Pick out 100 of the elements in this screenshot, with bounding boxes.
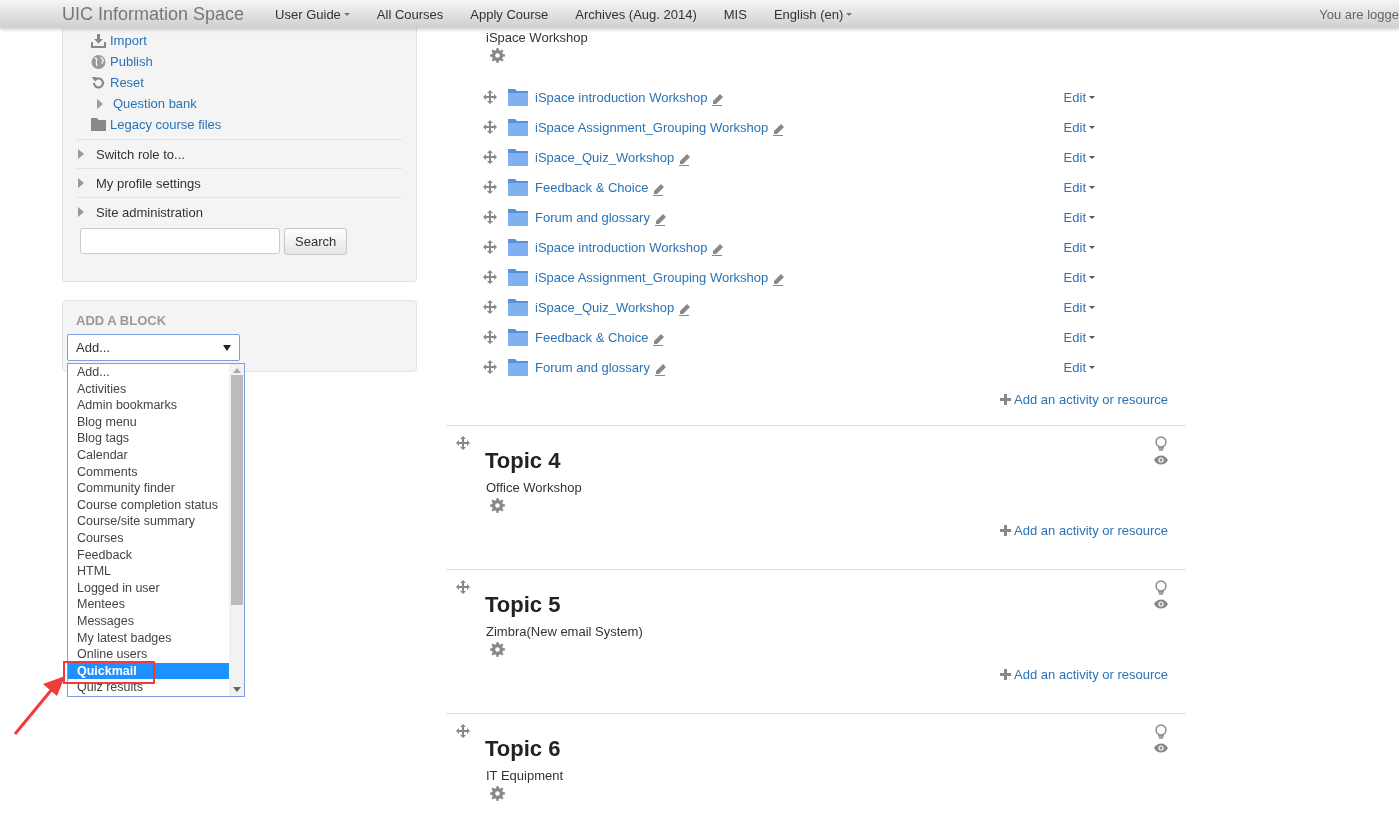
activity-link[interactable]: iSpace Assignment_Grouping Workshop bbox=[535, 269, 769, 285]
scroll-down-icon[interactable] bbox=[232, 687, 241, 693]
move-icon[interactable] bbox=[483, 330, 497, 344]
move-icon[interactable] bbox=[483, 150, 497, 164]
activity-link[interactable]: iSpace Assignment_Grouping Workshop bbox=[535, 119, 769, 135]
activity-link[interactable]: iSpace introduction Workshop bbox=[535, 89, 708, 105]
expand-arrow-icon[interactable] bbox=[96, 98, 104, 109]
option-item[interactable]: Blog tags bbox=[68, 430, 229, 447]
lightbulb-icon[interactable] bbox=[1155, 436, 1167, 451]
nav-link[interactable]: User Guide bbox=[275, 6, 350, 22]
edit-menu[interactable]: Edit bbox=[1063, 269, 1095, 285]
option-item[interactable]: Logged in user bbox=[68, 579, 229, 597]
option-item[interactable]: My latest badges bbox=[68, 629, 229, 647]
move-icon[interactable] bbox=[483, 300, 497, 314]
option-item[interactable]: Courses bbox=[68, 529, 229, 547]
pencil-icon[interactable] bbox=[772, 124, 785, 136]
add-activity-link[interactable]: Add an activity or resource bbox=[1000, 392, 1168, 407]
edit-menu[interactable]: Edit bbox=[1063, 89, 1095, 105]
eye-icon[interactable] bbox=[1154, 455, 1168, 465]
edit-menu[interactable]: Edit bbox=[1063, 209, 1095, 225]
move-icon[interactable] bbox=[483, 120, 497, 134]
pencil-icon[interactable] bbox=[711, 244, 724, 256]
gear-icon[interactable] bbox=[490, 48, 505, 63]
activity-link[interactable]: Forum and glossary bbox=[535, 209, 650, 225]
edit-menu[interactable]: Edit bbox=[1063, 239, 1095, 255]
activity-link[interactable]: Feedback & Choice bbox=[535, 179, 649, 195]
folder-icon bbox=[507, 117, 529, 137]
option-item[interactable]: Community finder bbox=[68, 480, 229, 497]
search-button[interactable]: Search bbox=[284, 228, 348, 255]
add-activity-link[interactable]: Add an activity or resource bbox=[1000, 667, 1168, 682]
activity-link[interactable]: iSpace_Quiz_Workshop bbox=[535, 149, 675, 165]
option-item[interactable]: Blog menu bbox=[68, 413, 229, 431]
gear-icon[interactable] bbox=[490, 642, 505, 657]
option-item[interactable]: Feedback bbox=[68, 546, 229, 564]
edit-menu[interactable]: Edit bbox=[1063, 179, 1095, 195]
edit-menu[interactable]: Edit bbox=[1063, 119, 1095, 135]
pencil-icon[interactable] bbox=[652, 334, 665, 346]
nav-link[interactable]: Apply Course bbox=[470, 6, 549, 22]
option-item[interactable]: Online users bbox=[68, 646, 229, 663]
move-icon[interactable] bbox=[456, 724, 470, 738]
navigation-section[interactable]: Site administration bbox=[96, 204, 203, 220]
move-icon[interactable] bbox=[483, 90, 497, 104]
move-icon[interactable] bbox=[483, 240, 497, 254]
activity-link[interactable]: Feedback & Choice bbox=[535, 329, 649, 345]
eye-icon[interactable] bbox=[1154, 599, 1168, 609]
option-item[interactable]: Calendar bbox=[68, 446, 229, 464]
nav-link[interactable]: All Courses bbox=[376, 6, 444, 22]
option-item[interactable]: Messages bbox=[68, 612, 229, 630]
move-icon[interactable] bbox=[483, 210, 497, 224]
move-icon[interactable] bbox=[456, 580, 470, 594]
navigation-link[interactable]: Reset bbox=[110, 75, 144, 90]
pencil-icon[interactable] bbox=[653, 214, 666, 226]
gear-icon[interactable] bbox=[490, 498, 505, 513]
option-item[interactable]: Activities bbox=[68, 380, 229, 398]
pencil-icon[interactable] bbox=[772, 274, 785, 286]
expand-arrow-icon[interactable] bbox=[77, 207, 85, 217]
scrollbar[interactable] bbox=[229, 364, 244, 696]
nav-link[interactable]: MIS bbox=[723, 6, 747, 22]
section-summary: Office Workshop bbox=[485, 480, 583, 495]
pencil-icon[interactable] bbox=[678, 304, 691, 316]
option-item[interactable]: Comments bbox=[68, 463, 229, 481]
edit-menu[interactable]: Edit bbox=[1063, 299, 1095, 315]
lightbulb-icon[interactable] bbox=[1155, 724, 1167, 739]
gear-icon[interactable] bbox=[490, 786, 505, 801]
activity-link[interactable]: iSpace introduction Workshop bbox=[535, 239, 708, 255]
activity-link[interactable]: Forum and glossary bbox=[535, 359, 650, 375]
expand-arrow-icon[interactable] bbox=[77, 178, 85, 188]
nav-link[interactable]: English (en) bbox=[773, 6, 853, 22]
edit-menu[interactable]: Edit bbox=[1063, 329, 1095, 345]
option-item[interactable]: HTML bbox=[68, 563, 229, 580]
move-icon[interactable] bbox=[456, 436, 470, 450]
scroll-up-icon[interactable] bbox=[232, 367, 241, 373]
pencil-icon[interactable] bbox=[711, 94, 724, 106]
move-icon[interactable] bbox=[483, 270, 497, 284]
move-icon[interactable] bbox=[483, 360, 497, 374]
navigation-section[interactable]: Switch role to... bbox=[96, 146, 185, 162]
navigation-link[interactable]: Import bbox=[110, 33, 147, 48]
eye-icon[interactable] bbox=[1154, 743, 1168, 753]
pencil-icon[interactable] bbox=[678, 154, 691, 166]
move-icon[interactable] bbox=[483, 180, 497, 194]
option-item[interactable]: Course/site summary bbox=[68, 513, 229, 530]
navigation-link[interactable]: Question bank bbox=[113, 96, 197, 111]
option-item[interactable]: Course completion status bbox=[68, 496, 229, 514]
lightbulb-icon[interactable] bbox=[1155, 580, 1167, 595]
navigation-link[interactable]: Legacy course files bbox=[110, 117, 222, 132]
navigation-section[interactable]: My profile settings bbox=[96, 175, 201, 191]
add-activity-link[interactable]: Add an activity or resource bbox=[1000, 523, 1168, 538]
expand-arrow-icon[interactable] bbox=[77, 149, 85, 159]
pencil-icon[interactable] bbox=[653, 364, 666, 376]
pencil-icon[interactable] bbox=[652, 184, 665, 196]
activity-link[interactable]: iSpace_Quiz_Workshop bbox=[535, 299, 675, 315]
option-item[interactable]: Mentees bbox=[68, 596, 229, 613]
navigation-link[interactable]: Publish bbox=[110, 54, 153, 69]
block-select[interactable]: Add... bbox=[67, 334, 240, 361]
option-item[interactable]: Add... bbox=[68, 364, 229, 381]
nav-link[interactable]: Archives (Aug. 2014) bbox=[575, 6, 697, 22]
edit-menu[interactable]: Edit bbox=[1063, 359, 1095, 375]
option-item[interactable]: Admin bookmarks bbox=[68, 397, 229, 414]
edit-menu[interactable]: Edit bbox=[1063, 149, 1095, 165]
search-field[interactable] bbox=[80, 228, 280, 254]
